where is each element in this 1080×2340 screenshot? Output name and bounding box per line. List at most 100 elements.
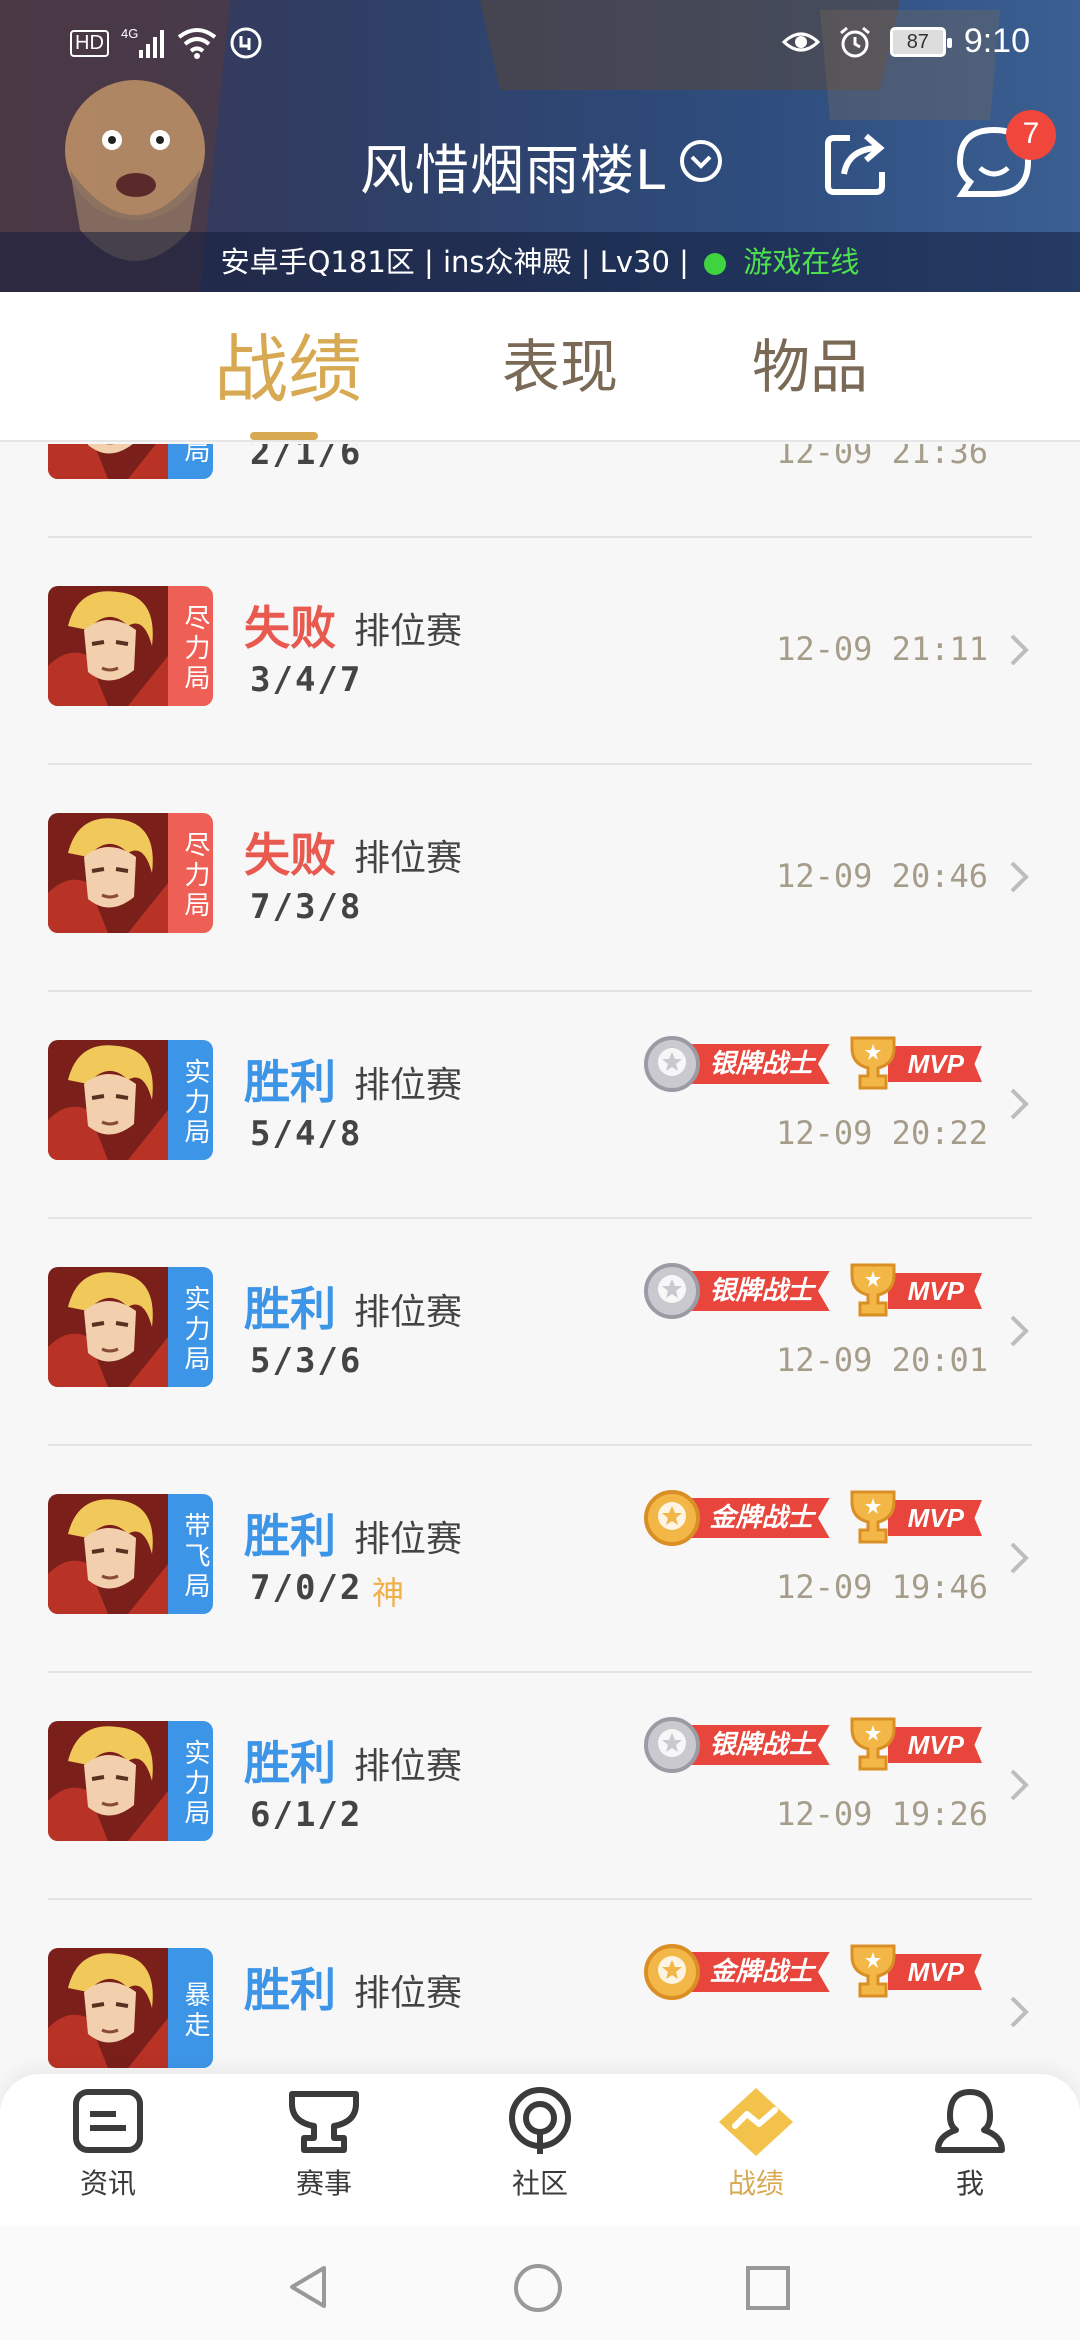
silver-medal-icon	[643, 1263, 700, 1319]
profile-header: HD 4G 87 9:10 风惜烟雨楼L 7 安卓手Q181区 | ins众神殿…	[0, 0, 1080, 292]
chevron-right-icon[interactable]	[1006, 1538, 1034, 1578]
chevron-right-icon[interactable]	[1006, 1765, 1034, 1805]
alarm-icon	[839, 26, 870, 57]
back-icon[interactable]	[284, 2262, 334, 2312]
data-saver-icon	[230, 27, 262, 59]
nav-news[interactable]: 资讯	[38, 2086, 178, 2216]
rank-badge-label: 银牌战士	[683, 1271, 830, 1311]
match-row[interactable]: 暴走 胜利 排位赛 金牌战士 MVP	[0, 1900, 1080, 2074]
match-row[interactable]: 实力局 胜利 排位赛 5/4/8 银牌战士 MVP 12-09 20:22	[0, 992, 1080, 1219]
chevron-right-icon[interactable]	[1006, 1084, 1034, 1124]
mvp-badge: MVP	[844, 1490, 982, 1545]
tab-records[interactable]: 战绩	[214, 310, 362, 417]
match-row[interactable]: 尽力局 失败 排位赛 7/3/8 12-09 20:46	[0, 765, 1080, 992]
recents-icon[interactable]	[744, 2264, 792, 2312]
rank-badge-label: 银牌战士	[683, 1044, 830, 1084]
match-result: 胜利	[244, 1055, 336, 1109]
match-mode: 排位赛	[354, 1973, 463, 2014]
match-kda: 7/3/8	[250, 887, 363, 927]
mvp-trophy-icon	[850, 1490, 896, 1544]
chevron-down-icon[interactable]	[678, 138, 724, 184]
player-name[interactable]: 风惜烟雨楼L	[360, 126, 666, 205]
match-result: 失败	[244, 601, 336, 655]
online-status-dot	[704, 253, 727, 275]
hero-avatar	[48, 1040, 168, 1160]
match-type-tag: 实力局	[168, 1040, 213, 1160]
profile-icon	[935, 2089, 1005, 2153]
gold-medal-icon	[643, 1944, 700, 2000]
chevron-right-icon[interactable]	[1006, 857, 1034, 897]
eye-icon	[781, 32, 820, 51]
match-kda: 7/0/2	[250, 1568, 363, 1608]
nav-records[interactable]: 战绩	[686, 2086, 826, 2216]
player-info-text: 安卓手Q181区 | ins众神殿 | Lv30 |	[220, 245, 689, 279]
hero-avatar	[48, 444, 168, 479]
community-icon	[509, 2087, 571, 2154]
share-icon[interactable]	[820, 124, 896, 200]
match-kda: 3/4/7	[250, 660, 363, 700]
match-time: 12-09 21:11	[776, 630, 988, 668]
nav-community[interactable]: 社区	[470, 2086, 610, 2216]
gold-medal-icon	[643, 1490, 700, 1546]
hd-icon: HD	[70, 29, 109, 57]
status-bar: HD 4G 87 9:10	[0, 0, 1080, 88]
mvp-label: MVP	[887, 1273, 982, 1309]
match-type-tag: 带飞局	[168, 1494, 213, 1614]
mvp-trophy-icon	[850, 1944, 896, 1998]
nav-community-label: 社区	[511, 2167, 568, 2200]
tab-bar: 战绩 表现 物品	[0, 292, 1080, 442]
godlike-tag: 神	[372, 1574, 405, 1612]
trophy-icon	[289, 2091, 359, 2153]
mvp-badge: MVP	[844, 1717, 982, 1772]
nav-events[interactable]: 赛事	[254, 2086, 394, 2216]
match-mode: 排位赛	[354, 838, 463, 879]
match-row[interactable]: 带飞局 胜利 排位赛 7/0/2 神 金牌战士 MVP 12-09 19:46	[0, 1446, 1080, 1673]
match-type-tag: 实力局	[168, 1721, 213, 1841]
match-result: 胜利	[244, 1963, 336, 2017]
hero-avatar	[48, 1267, 168, 1387]
match-list[interactable]: 实力局胜利排位赛2/1/6银牌战士12-09 21:36尽力局失败排位赛3/4/…	[0, 444, 1080, 2074]
mvp-label: MVP	[887, 1046, 982, 1082]
match-row[interactable]: 实力局 胜利 排位赛 6/1/2 银牌战士 MVP 12-09 19:26	[0, 1673, 1080, 1900]
hero-avatar	[48, 1948, 168, 2068]
news-icon	[73, 2089, 143, 2153]
nav-profile[interactable]: 我	[900, 2086, 1040, 2216]
match-kda: 2/1/6	[250, 444, 363, 473]
chevron-right-icon[interactable]	[1006, 1992, 1034, 2032]
match-mode: 排位赛	[354, 1292, 463, 1333]
match-row[interactable]: 实力局胜利排位赛2/1/6银牌战士12-09 21:36	[0, 444, 1080, 538]
system-navigation-bar	[0, 2226, 1080, 2340]
match-row[interactable]: 尽力局 失败 排位赛 3/4/7 12-09 21:11	[0, 538, 1080, 765]
match-mode: 排位赛	[354, 611, 463, 652]
rank-badge: 金牌战士	[642, 1944, 830, 2000]
match-time: 12-09 20:46	[776, 857, 988, 895]
bottom-navigation: 资讯 赛事 社区 战绩 我	[0, 2074, 1080, 2226]
tab-performance[interactable]: 表现	[502, 320, 618, 404]
match-time: 12-09 19:46	[776, 1568, 988, 1606]
mvp-badge: MVP	[844, 1944, 982, 1999]
home-icon[interactable]	[512, 2262, 564, 2314]
silver-medal-icon	[643, 1036, 700, 1092]
hero-avatar	[48, 1494, 168, 1614]
rank-badge-label: 银牌战士	[683, 1725, 830, 1765]
match-mode: 排位赛	[354, 1746, 463, 1787]
mvp-badge: MVP	[844, 1263, 982, 1318]
match-row[interactable]: 实力局 胜利 排位赛 5/3/6 银牌战士 MVP 12-09 20:01	[0, 1219, 1080, 1446]
match-badges: 金牌战士 MVP	[642, 1486, 982, 1550]
match-type-tag: 尽力局	[168, 813, 213, 933]
chevron-right-icon[interactable]	[1006, 1311, 1034, 1351]
battery-indicator: 87	[889, 26, 952, 57]
mvp-trophy-icon	[850, 1036, 896, 1090]
signal-icon: 4G	[121, 26, 164, 58]
hero-avatar	[48, 586, 168, 706]
match-time: 12-09 21:36	[776, 444, 988, 471]
nav-events-label: 赛事	[295, 2167, 352, 2200]
message-count-badge: 7	[1006, 110, 1056, 160]
match-result: 胜利	[244, 1509, 336, 1563]
match-type-tag: 实力局	[168, 444, 213, 479]
tab-items[interactable]: 物品	[752, 320, 868, 404]
player-info-bar: 安卓手Q181区 | ins众神殿 | Lv30 | 游戏在线	[0, 232, 1080, 292]
chevron-right-icon[interactable]	[1006, 630, 1034, 670]
rank-badge-label: 金牌战士	[683, 1952, 830, 1992]
hero-avatar	[48, 1721, 168, 1841]
